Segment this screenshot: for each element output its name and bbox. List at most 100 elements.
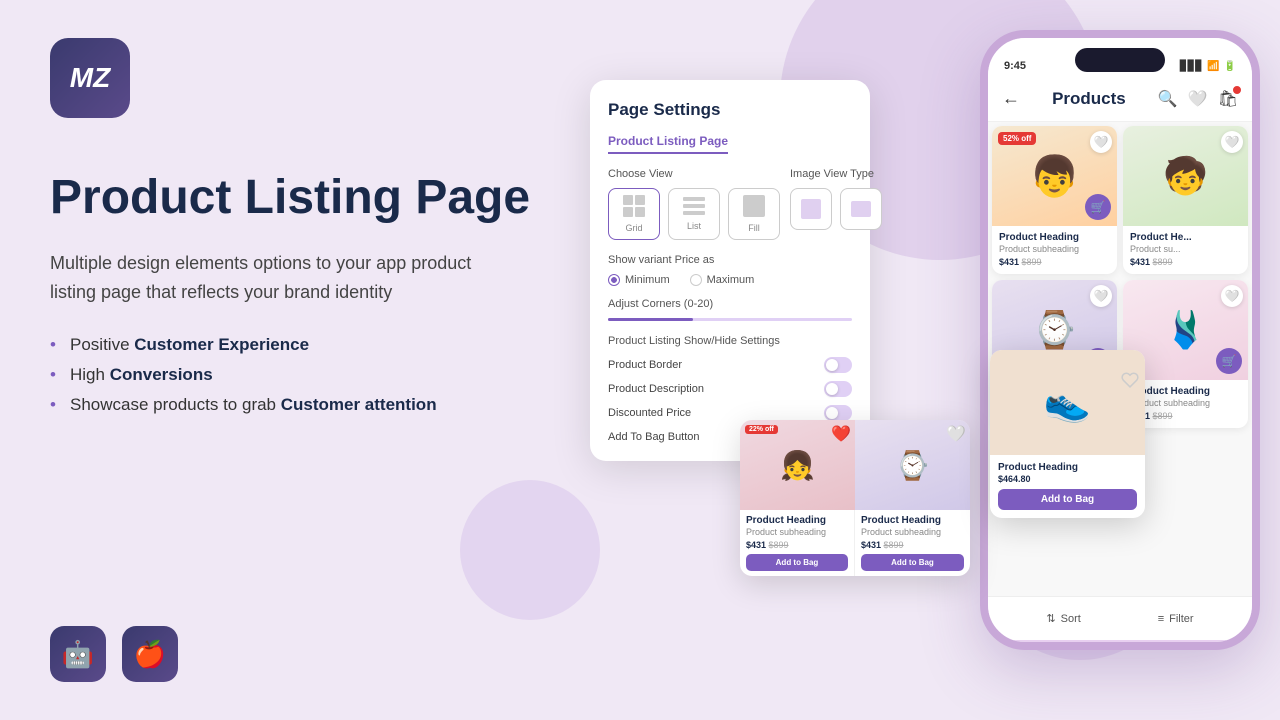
wifi-icon: 📶	[1207, 61, 1219, 72]
toggle-product-border-label: Product Border	[608, 359, 682, 371]
toggle-product-border-switch[interactable]	[824, 357, 852, 373]
mini-products-panel: 👧 22% off ❤️ Product Heading Product sub…	[740, 420, 970, 576]
bullet-2-bold: Conversions	[110, 365, 213, 384]
wishlist-btn-4[interactable]: 🤍	[1221, 285, 1243, 307]
featured-wish-icon[interactable]	[1121, 356, 1139, 398]
mini-sale-badge-1: 22% off	[745, 425, 778, 434]
grid-label: Grid	[625, 223, 642, 233]
product-2-heading: Product He...	[1130, 232, 1241, 243]
product-card-1[interactable]: 👦 52% off 🤍 🛒 Product Heading Product su…	[992, 126, 1117, 274]
logo-text: MZ	[70, 62, 110, 94]
description-text: Multiple design elements options to your…	[50, 249, 480, 307]
status-time: 9:45	[1004, 60, 1026, 72]
bullet-3: Showcase products to grab Customer atten…	[50, 395, 550, 415]
cart-btn-1[interactable]: 🛒	[1085, 194, 1111, 220]
mini-wish-1[interactable]: ❤️	[831, 424, 851, 444]
android-icon: 🤖	[62, 639, 94, 670]
featured-card-image: 👟	[990, 350, 1145, 455]
view-option-grid[interactable]: Grid	[608, 188, 660, 240]
radio-minimum-label: Minimum	[625, 274, 670, 286]
image-view-type-label: Image View Type	[790, 168, 882, 180]
add-to-bag-btn-1[interactable]: Add to Bag	[746, 554, 848, 571]
cart-btn-4[interactable]: 🛒	[1216, 348, 1242, 374]
wishlist-btn-3[interactable]: 🤍	[1090, 285, 1112, 307]
wishlist-btn-2[interactable]: 🤍	[1221, 131, 1243, 153]
mini-product-2-info: Product Heading Product subheading $431 …	[855, 510, 970, 576]
back-button[interactable]: ←	[1002, 88, 1020, 109]
add-to-bag-featured[interactable]: Add to Bag	[998, 489, 1137, 510]
page-title: Product Listing Page	[50, 170, 550, 225]
product-1-image: 👦 52% off 🤍 🛒	[992, 126, 1117, 226]
product-2-image: 🧒 🤍	[1123, 126, 1248, 226]
toggle-discounted-price-switch[interactable]	[824, 405, 852, 421]
phone-frame: 9:45 ▊▊▊ 📶 🔋 ← Products 🔍 🤍 🛍	[980, 30, 1260, 650]
sort-button[interactable]: ⇅ Sort	[1046, 612, 1080, 625]
mini-product-2-image: ⌚ 🤍	[855, 420, 970, 510]
fill-label: Fill	[748, 223, 760, 233]
sort-label: Sort	[1061, 613, 1081, 625]
bullet-2-prefix: High	[70, 365, 110, 384]
featured-card[interactable]: 👟 Product Heading $464.80 Add to Bag	[990, 350, 1145, 518]
filter-label: Filter	[1169, 613, 1193, 625]
image-type-option-1[interactable]	[790, 188, 832, 230]
mini-product-1[interactable]: 👧 22% off ❤️ Product Heading Product sub…	[740, 420, 855, 576]
show-hide-label: Product Listing Show/Hide Settings	[608, 335, 852, 347]
sale-badge-1: 52% off	[998, 132, 1036, 145]
toggle-product-description[interactable]: Product Description	[608, 381, 852, 397]
ios-badge[interactable]: 🍎	[122, 626, 178, 682]
filter-icon: ≡	[1158, 613, 1164, 625]
product-1-heading: Product Heading	[999, 232, 1110, 243]
view-options: Grid List Fill	[608, 188, 780, 240]
mini-product-2-subheading: Product subheading	[861, 527, 964, 537]
featured-card-price: $464.80	[998, 474, 1137, 484]
mini-product-1-info: Product Heading Product subheading $431 …	[740, 510, 854, 576]
signal-icon: ▊▊▊	[1180, 61, 1203, 72]
wishlist-icon[interactable]: 🤍	[1188, 89, 1208, 109]
toggle-discounted-price-label: Discounted Price	[608, 407, 691, 419]
product-1-price: $431 $899	[999, 257, 1110, 267]
choose-view-label: Choose View	[608, 168, 780, 180]
phone-notch	[1075, 48, 1165, 72]
phone-wrapper: 9:45 ▊▊▊ 📶 🔋 ← Products 🔍 🤍 🛍	[980, 30, 1260, 650]
logo: MZ	[50, 38, 130, 118]
radio-maximum[interactable]: Maximum	[690, 274, 755, 286]
toggle-discounted-price[interactable]: Discounted Price	[608, 405, 852, 421]
battery-icon: 🔋	[1224, 61, 1236, 72]
image-type-option-2[interactable]	[840, 188, 882, 230]
mini-product-2[interactable]: ⌚ 🤍 Product Heading Product subheading $…	[855, 420, 970, 576]
featured-card-info: Product Heading $464.80 Add to Bag	[990, 455, 1145, 518]
add-to-bag-btn-2[interactable]: Add to Bag	[861, 554, 964, 571]
mini-wish-2[interactable]: 🤍	[946, 424, 966, 444]
view-option-fill[interactable]: Fill	[728, 188, 780, 240]
toggle-product-border[interactable]: Product Border	[608, 357, 852, 373]
list-label: List	[687, 221, 701, 231]
settings-panel-tab[interactable]: Product Listing Page	[608, 134, 728, 154]
product-2-price: $431 $899	[1130, 257, 1241, 267]
product-2-info: Product He... Product su... $431 $899	[1123, 226, 1248, 274]
settings-panel: Page Settings Product Listing Page Choos…	[590, 80, 870, 461]
mini-product-2-price: $431 $899	[861, 540, 964, 550]
product-4-price: $431 $899	[1130, 411, 1241, 421]
phone-bottom-bar: ⇅ Sort ≡ Filter	[988, 596, 1252, 640]
corners-slider[interactable]	[608, 318, 852, 321]
toggle-product-description-switch[interactable]	[824, 381, 852, 397]
search-icon[interactable]: 🔍	[1158, 89, 1178, 109]
radio-minimum[interactable]: Minimum	[608, 274, 670, 286]
adjust-corners-label: Adjust Corners (0-20)	[608, 298, 852, 310]
bullet-1-prefix: Positive	[70, 335, 134, 354]
android-badge[interactable]: 🤖	[50, 626, 106, 682]
product-card-2[interactable]: 🧒 🤍 Product He... Product su... $431 $89…	[1123, 126, 1248, 274]
bullet-3-prefix: Showcase products to grab	[70, 395, 281, 414]
cart-badge-wrapper[interactable]: 🛍	[1218, 89, 1238, 109]
show-variant-label: Show variant Price as	[608, 254, 852, 266]
product-1-info: Product Heading Product subheading $431 …	[992, 226, 1117, 274]
view-option-list[interactable]: List	[668, 188, 720, 240]
mini-product-2-heading: Product Heading	[861, 515, 964, 526]
bullet-2: High Conversions	[50, 365, 550, 385]
slider-fill	[608, 318, 693, 321]
filter-button[interactable]: ≡ Filter	[1158, 613, 1194, 625]
wishlist-btn-1[interactable]: 🤍	[1090, 131, 1112, 153]
product-1-subheading: Product subheading	[999, 244, 1110, 254]
featured-card-heading: Product Heading	[998, 462, 1137, 473]
mini-product-1-image: 👧 22% off ❤️	[740, 420, 855, 510]
